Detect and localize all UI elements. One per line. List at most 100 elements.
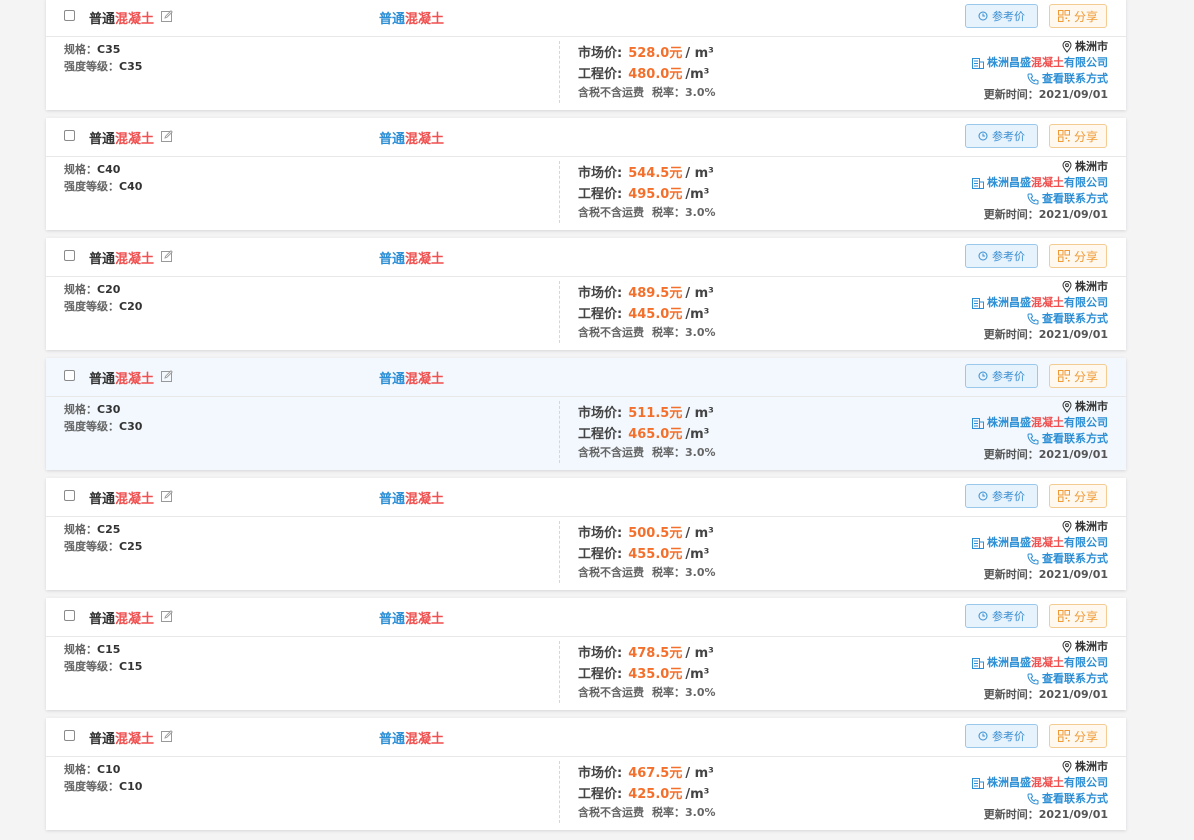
share-grid-icon xyxy=(1057,370,1070,382)
supplier-info: 株洲市 株洲昌盛 混凝土 有限公司 查看联系方式 更新时间： 2021/09/01 xyxy=(972,519,1108,583)
reference-price-button[interactable]: 参考价 xyxy=(965,124,1038,148)
share-button[interactable]: 分享 xyxy=(1049,724,1107,748)
company-link[interactable]: 株洲昌盛 混凝土 有限公司 xyxy=(972,175,1108,191)
city-line: 株洲市 xyxy=(972,639,1108,655)
contact-link[interactable]: 查看联系方式 xyxy=(972,671,1108,687)
card-header: 普通混凝土 普通混凝土 参考价 分享 xyxy=(46,478,1126,517)
edit-icon[interactable] xyxy=(161,130,173,142)
edit-icon[interactable] xyxy=(161,730,173,742)
contact-link[interactable]: 查看联系方式 xyxy=(972,431,1108,447)
select-checkbox[interactable] xyxy=(64,10,75,21)
reference-price-button[interactable]: 参考价 xyxy=(965,244,1038,268)
product-title: 普通混凝土 xyxy=(89,372,155,387)
share-button[interactable]: 分享 xyxy=(1049,124,1107,148)
location-pin-icon xyxy=(1062,641,1072,653)
reference-price-button[interactable]: 参考价 xyxy=(965,4,1038,28)
select-checkbox[interactable] xyxy=(64,370,75,381)
select-checkbox[interactable] xyxy=(64,130,75,141)
contact-link[interactable]: 查看联系方式 xyxy=(972,551,1108,567)
price-card: 普通混凝土 普通混凝土 参考价 xyxy=(46,358,1126,470)
grade-line: 强度等级：C20 xyxy=(64,300,143,313)
update-time: 更新时间： 2021/09/01 xyxy=(983,328,1108,341)
share-grid-icon xyxy=(1057,610,1070,622)
market-price: 市场价: 528.0元 / m³ xyxy=(578,46,714,61)
phone-icon xyxy=(1027,73,1039,85)
clock-icon xyxy=(978,251,988,261)
city-line: 株洲市 xyxy=(972,279,1108,295)
supplier-info: 株洲市 株洲昌盛 混凝土 有限公司 查看联系方式 更新时间： 2021/09/01 xyxy=(972,399,1108,463)
share-label: 分享 xyxy=(1073,369,1098,384)
product-title: 普通混凝土 xyxy=(89,252,155,267)
product-name-link[interactable]: 普通混凝土 xyxy=(379,728,444,747)
edit-icon[interactable] xyxy=(161,490,173,502)
reference-price-button[interactable]: 参考价 xyxy=(965,724,1038,748)
company-link[interactable]: 株洲昌盛 混凝土 有限公司 xyxy=(972,535,1108,551)
price-card: 普通混凝土 普通混凝土 参考价 xyxy=(46,478,1126,590)
share-button[interactable]: 分享 xyxy=(1049,484,1107,508)
product-name-link[interactable]: 普通混凝土 xyxy=(379,128,444,147)
share-label: 分享 xyxy=(1073,729,1098,744)
select-checkbox[interactable] xyxy=(64,250,75,261)
clock-icon xyxy=(978,131,988,141)
spec-line: 规格：C25 xyxy=(64,523,121,536)
edit-icon[interactable] xyxy=(161,370,173,382)
column-divider xyxy=(559,521,560,583)
share-grid-icon xyxy=(1057,250,1070,262)
location-pin-icon xyxy=(1062,521,1072,533)
contact-link[interactable]: 查看联系方式 xyxy=(972,311,1108,327)
product-name-link[interactable]: 普通混凝土 xyxy=(379,248,444,267)
location-pin-icon xyxy=(1062,401,1072,413)
share-button[interactable]: 分享 xyxy=(1049,4,1107,28)
reference-price-label: 参考价 xyxy=(992,730,1025,743)
company-link[interactable]: 株洲昌盛 混凝土 有限公司 xyxy=(972,415,1108,431)
building-icon xyxy=(972,537,984,549)
share-button[interactable]: 分享 xyxy=(1049,244,1107,268)
reference-price-button[interactable]: 参考价 xyxy=(965,484,1038,508)
phone-icon xyxy=(1027,673,1039,685)
contact-link[interactable]: 查看联系方式 xyxy=(972,191,1108,207)
project-price: 工程价: 495.0元/m³ xyxy=(578,187,710,202)
share-button[interactable]: 分享 xyxy=(1049,604,1107,628)
reference-price-label: 参考价 xyxy=(992,10,1025,23)
city-line: 株洲市 xyxy=(972,159,1108,175)
card-header: 普通混凝土 普通混凝土 参考价 分享 xyxy=(46,358,1126,397)
share-button[interactable]: 分享 xyxy=(1049,364,1107,388)
project-price: 工程价: 455.0元/m³ xyxy=(578,547,710,562)
column-divider xyxy=(559,161,560,223)
product-name-link[interactable]: 普通混凝土 xyxy=(379,488,444,507)
card-header: 普通混凝土 普通混凝土 参考价 分享 xyxy=(46,118,1126,157)
grade-line: 强度等级：C15 xyxy=(64,660,143,673)
project-price: 工程价: 480.0元/m³ xyxy=(578,67,710,82)
supplier-info: 株洲市 株洲昌盛 混凝土 有限公司 查看联系方式 更新时间： 2021/09/01 xyxy=(972,39,1108,103)
product-name-link[interactable]: 普通混凝土 xyxy=(379,368,444,387)
reference-price-label: 参考价 xyxy=(992,610,1025,623)
clock-icon xyxy=(978,611,988,621)
phone-icon xyxy=(1027,193,1039,205)
update-time: 更新时间： 2021/09/01 xyxy=(983,568,1108,581)
share-grid-icon xyxy=(1057,490,1070,502)
project-price: 工程价: 465.0元/m³ xyxy=(578,427,710,442)
price-card: 普通混凝土 普通混凝土 参考价 xyxy=(46,718,1126,830)
company-link[interactable]: 株洲昌盛 混凝土 有限公司 xyxy=(972,775,1108,791)
market-price: 市场价: 511.5元 / m³ xyxy=(578,406,714,421)
contact-link[interactable]: 查看联系方式 xyxy=(972,71,1108,87)
product-title: 普通混凝土 xyxy=(89,132,155,147)
product-name-link[interactable]: 普通混凝土 xyxy=(379,8,444,27)
edit-icon[interactable] xyxy=(161,250,173,262)
edit-icon[interactable] xyxy=(161,10,173,22)
product-name-link[interactable]: 普通混凝土 xyxy=(379,608,444,627)
contact-link[interactable]: 查看联系方式 xyxy=(972,791,1108,807)
company-link[interactable]: 株洲昌盛 混凝土 有限公司 xyxy=(972,295,1108,311)
reference-price-button[interactable]: 参考价 xyxy=(965,364,1038,388)
company-link[interactable]: 株洲昌盛 混凝土 有限公司 xyxy=(972,55,1108,71)
reference-price-button[interactable]: 参考价 xyxy=(965,604,1038,628)
supplier-info: 株洲市 株洲昌盛 混凝土 有限公司 查看联系方式 更新时间： 2021/09/01 xyxy=(972,759,1108,823)
select-checkbox[interactable] xyxy=(64,490,75,501)
edit-icon[interactable] xyxy=(161,610,173,622)
project-price: 工程价: 445.0元/m³ xyxy=(578,307,710,322)
company-link[interactable]: 株洲昌盛 混凝土 有限公司 xyxy=(972,655,1108,671)
select-checkbox[interactable] xyxy=(64,610,75,621)
spec-line: 规格：C15 xyxy=(64,643,121,656)
city-line: 株洲市 xyxy=(972,399,1108,415)
select-checkbox[interactable] xyxy=(64,730,75,741)
